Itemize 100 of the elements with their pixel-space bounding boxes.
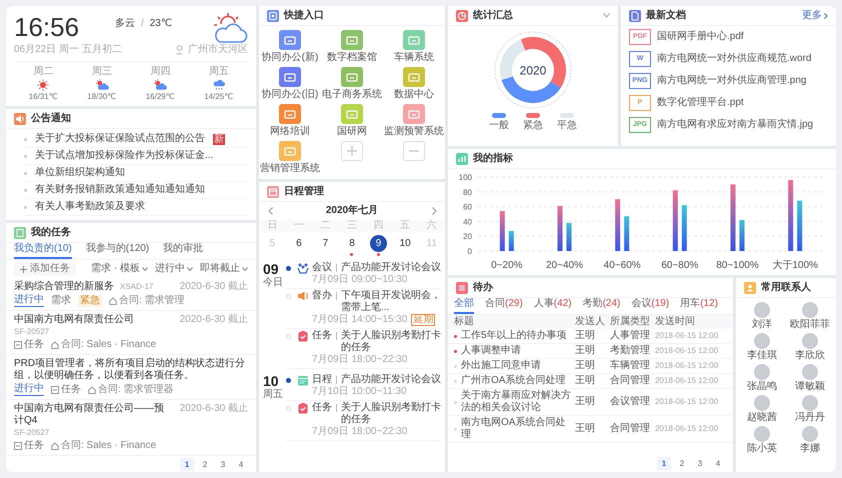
filter-dropdown[interactable]: 进行中 xyxy=(155,263,193,275)
page-button[interactable]: 2 xyxy=(198,458,212,471)
avatar[interactable] xyxy=(802,302,818,318)
app-label[interactable]: 营销管理系统 xyxy=(260,163,320,175)
event-title[interactable]: 关于人脸识别考勤打卡的任务 xyxy=(341,330,441,354)
avatar[interactable] xyxy=(754,302,770,318)
notice-link[interactable]: 关于试点增加投标保险作为投标保证金... xyxy=(35,150,214,162)
task-title[interactable]: 中国南方电网有限责任公司——预计Q4 xyxy=(14,403,174,427)
task-title[interactable]: 采购综合管理的新服务 xyxy=(14,281,114,293)
forecast-temperature: 16/31℃ xyxy=(28,92,58,102)
app-icon[interactable] xyxy=(279,67,301,87)
calendar-day[interactable]: 8 xyxy=(343,235,360,252)
tab[interactable]: 我参与的(120) xyxy=(86,243,150,259)
plus-icon xyxy=(20,266,27,272)
contact-name[interactable]: 欧阳菲菲 xyxy=(790,319,830,331)
calendar-day[interactable]: 7 xyxy=(316,235,334,252)
app-label[interactable]: 电子商务系统 xyxy=(322,89,382,101)
avatar[interactable] xyxy=(802,364,818,380)
avatar[interactable] xyxy=(802,395,818,411)
notice-link[interactable]: 有关财务报销新政策通知通知通知通知 xyxy=(35,184,205,196)
tab[interactable]: 用车(12) xyxy=(680,298,718,314)
app-label[interactable]: 数字档案馆 xyxy=(327,52,377,64)
avatar[interactable] xyxy=(754,426,770,442)
app-icon[interactable] xyxy=(403,67,425,87)
contact-name[interactable]: 冯丹丹 xyxy=(795,412,825,424)
contact-name[interactable]: 赵晓茜 xyxy=(747,412,777,424)
app-label[interactable]: 网络培训 xyxy=(270,126,310,138)
tab[interactable]: 合同(29) xyxy=(485,298,523,314)
page-button[interactable]: 4 xyxy=(711,457,725,470)
filter-dropdown[interactable]: 即将截止 xyxy=(200,263,248,275)
add-button[interactable] xyxy=(341,141,363,161)
contact-name[interactable]: 张晶鸣 xyxy=(747,381,777,393)
tab[interactable]: 我负责的(10) xyxy=(14,243,72,259)
filter-dropdown[interactable]: 需求 · 模板 xyxy=(91,263,148,275)
add-task-button[interactable]: 添加任务 xyxy=(14,262,76,276)
tab[interactable]: 我的审批 xyxy=(163,243,204,259)
calendar-day[interactable]: 9 xyxy=(370,235,388,252)
contact-name[interactable]: 李欣欣 xyxy=(795,350,825,362)
contact-name[interactable]: 刘洋 xyxy=(752,319,772,331)
avatar[interactable] xyxy=(754,364,770,380)
avatar[interactable] xyxy=(754,333,770,349)
calendar-day[interactable]: 6 xyxy=(290,235,308,252)
app-label[interactable]: 国研网 xyxy=(337,126,367,138)
contact-name[interactable]: 谭敏颖 xyxy=(795,381,825,393)
todo-title[interactable]: 南方电网OA系统合同处理 xyxy=(461,417,572,441)
page-button[interactable]: 3 xyxy=(693,457,707,470)
app-icon[interactable] xyxy=(279,104,301,124)
contact-name[interactable]: 陈小英 xyxy=(747,443,777,455)
document-link[interactable]: 南方电网统一对外供应商管理.png xyxy=(657,75,806,87)
app-label[interactable]: 协同办公(旧) xyxy=(262,89,318,101)
app-label[interactable]: 车辆系统 xyxy=(394,52,434,64)
document-link[interactable]: 国研网手册中心.pdf xyxy=(657,31,744,43)
app-label[interactable]: 数据中心 xyxy=(394,89,434,101)
calendar-day[interactable]: 10 xyxy=(396,235,414,252)
notice-link[interactable]: 有关人事考勤政策及要求 xyxy=(35,201,145,213)
todo-title[interactable]: 外出施工同意申请 xyxy=(461,360,541,372)
event-title[interactable]: 产品功能开发讨论会议 xyxy=(341,262,441,274)
app-icon[interactable] xyxy=(403,104,425,124)
notice-link[interactable]: 单位新组织架构通知 xyxy=(35,167,125,179)
chevron-right-icon[interactable] xyxy=(429,205,439,217)
document-link[interactable]: 南方电网统一对外供应商规范.word xyxy=(657,53,812,65)
app-icon[interactable] xyxy=(341,67,363,87)
chevron-down-icon[interactable] xyxy=(603,13,610,18)
contact-name[interactable]: 李佳琪 xyxy=(747,350,777,362)
document-link[interactable]: 南方电网有求应对南方暴雨灾情.jpg xyxy=(657,119,814,131)
avatar[interactable] xyxy=(802,333,818,349)
app-icon[interactable] xyxy=(279,141,301,161)
page-button[interactable]: 1 xyxy=(657,457,671,470)
avatar[interactable] xyxy=(802,426,818,442)
event-title[interactable]: 下午项目开发说明会，需带上笔... xyxy=(341,290,441,314)
event-title[interactable]: 关于人脸识别考勤打卡的任务 xyxy=(341,402,441,426)
speaker-icon xyxy=(14,112,26,124)
tab[interactable]: 会议(19) xyxy=(631,298,670,314)
page-button[interactable]: 4 xyxy=(234,458,248,471)
notice-link[interactable]: 关于扩大投标保证保险试点范围的公告 xyxy=(35,133,205,145)
table-cell-text: 2018-06-15 12:00 xyxy=(655,423,720,435)
page-button[interactable]: 2 xyxy=(675,457,689,470)
page-button[interactable]: 3 xyxy=(216,458,230,471)
task-title[interactable]: 中国南方电网有限责任公司 xyxy=(14,314,134,326)
task-title[interactable]: PRD项目管理者，将所有项目启动的结构状态进行分组，以便明确任务，以便看到各项任务。 xyxy=(14,358,248,382)
app-label[interactable]: 协同办公(新) xyxy=(262,52,318,64)
app-label[interactable]: 监测预警系统 xyxy=(384,126,444,138)
app-icon[interactable] xyxy=(403,30,425,50)
app-icon[interactable] xyxy=(341,104,363,124)
remove-button[interactable] xyxy=(403,141,425,161)
tab[interactable]: 人事(42) xyxy=(534,298,572,314)
event-title[interactable]: 产品功能开发讨论会议 xyxy=(341,374,441,386)
todo-title[interactable]: 工作5年以上的待办事项 xyxy=(461,330,567,342)
page-button[interactable]: 1 xyxy=(180,458,194,471)
avatar[interactable] xyxy=(754,395,770,411)
todo-title[interactable]: 广州市OA系统合同处理 xyxy=(461,375,566,387)
todo-title[interactable]: 关于南方暴雨应对解决方法的相关会议讨论 xyxy=(461,390,572,414)
contact-name[interactable]: 李娜 xyxy=(800,443,820,455)
todo-title[interactable]: 人事调整申请 xyxy=(461,345,521,357)
app-icon[interactable] xyxy=(279,30,301,50)
schedule-date: 10 xyxy=(263,373,280,389)
tab[interactable]: 考勤(24) xyxy=(582,298,620,314)
document-link[interactable]: 数字化管理平台.ppt xyxy=(657,97,744,109)
more-link[interactable]: 更多 xyxy=(802,10,828,22)
app-icon[interactable] xyxy=(341,30,363,50)
